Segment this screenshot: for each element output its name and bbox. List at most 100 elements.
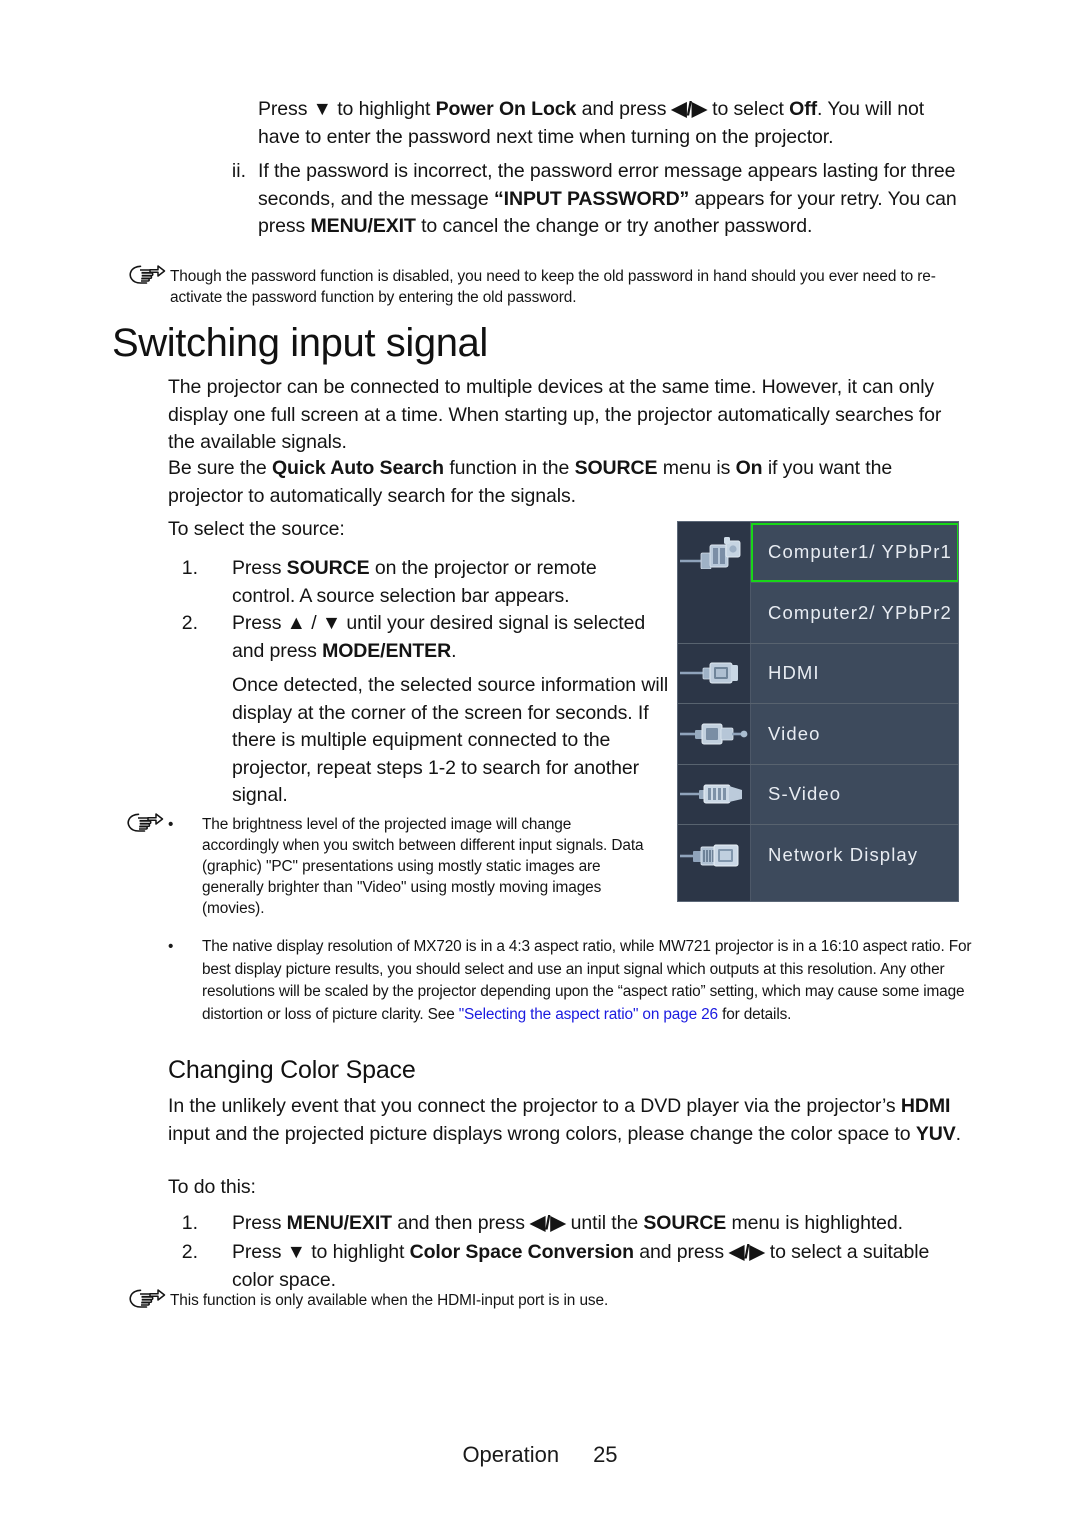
section-heading-changing-color-space: Changing Color Space (168, 1056, 416, 1084)
paragraph-power-on-lock: Press ▼ to highlight Power On Lock and p… (258, 96, 970, 151)
footer-section-label: Operation (462, 1442, 560, 1467)
osd-rows: Computer1/ YPbPr1 Computer2/ YPbPr2 HDMI… (678, 522, 958, 901)
pointing-hand-icon (128, 1288, 170, 1315)
text-bold-mode-enter: MODE/ENTER (322, 639, 452, 662)
arrow-right-icon: ▶ (550, 1212, 566, 1234)
vga-connector-icon (680, 537, 741, 569)
osd-item-label: Computer1/ YPbPr1 (768, 541, 952, 562)
arrow-left-icon: ◀ (729, 1241, 745, 1263)
osd-icon-slot-empty (678, 582, 751, 643)
text-bold-quick-auto-search: Quick Auto Search (271, 457, 444, 479)
osd-item-s-video[interactable]: S-Video (678, 764, 958, 824)
osd-item-video[interactable]: Video (678, 703, 958, 764)
text-bold-source: SOURCE (643, 1212, 727, 1234)
bullet-marker: • (168, 816, 174, 833)
osd-icon-slot (678, 643, 751, 703)
osd-item-network-display[interactable]: Network Display (678, 824, 958, 885)
text-fragment: and press (633, 1241, 730, 1263)
list-item-text: Press ▲ / ▼ until your desired signal is… (232, 610, 674, 665)
text-fragment: Press (232, 612, 287, 634)
text-fragment: for details. (717, 1005, 792, 1023)
text-fragment: Be sure the (168, 457, 272, 479)
list-marker: 2. (181, 612, 198, 634)
arrow-right-icon: ▶ (691, 98, 707, 120)
hdmi-connector-icon (680, 662, 738, 684)
text-fragment: to highlight (331, 98, 436, 120)
s-video-connector-icon (680, 784, 742, 804)
list-marker: 1. (181, 1212, 198, 1234)
arrow-down-icon: ▼ (312, 98, 332, 120)
text-fragment: Press (232, 557, 287, 579)
list-item-ii: ii. If the password is incorrect, the pa… (216, 158, 970, 241)
note-hdmi-only: This function is only available when the… (128, 1288, 973, 1315)
text-fragment: input and the projected picture displays… (168, 1122, 916, 1145)
osd-source-selection-panel[interactable]: Computer1/ YPbPr1 Computer2/ YPbPr2 HDMI… (677, 521, 959, 902)
text-fragment: menu is highlighted. (726, 1212, 904, 1234)
osd-row-separator (751, 582, 958, 583)
osd-icon-slot (678, 703, 751, 764)
text-bold-menu-exit: MENU/EXIT (286, 1212, 392, 1234)
osd-item-label: Computer2/ YPbPr2 (768, 601, 952, 623)
text-fragment: . (955, 1122, 961, 1145)
list-item-cs-step-1: 1. Press MENU/EXIT and then press ◀/▶ un… (164, 1210, 974, 1238)
osd-item-hdmi[interactable]: HDMI (678, 643, 958, 703)
text-fragment: menu is (657, 457, 736, 479)
text-fragment: and press (576, 98, 672, 120)
arrow-up-icon: ▲ (286, 612, 306, 634)
text-bold-source: SOURCE (286, 557, 370, 579)
note-native-resolution: • The native display resolution of MX720… (168, 936, 973, 1026)
osd-item-computer2[interactable]: Computer2/ YPbPr2 (678, 582, 958, 643)
bullet-marker: • (168, 938, 174, 955)
note-brightness-level: • The brightness level of the projected … (126, 812, 671, 919)
text-bold-off: Off (789, 98, 818, 120)
osd-item-computer1[interactable]: Computer1/ YPbPr1 (678, 522, 958, 582)
list-item-cs-step-2: 2. Press ▼ to highlight Color Space Conv… (164, 1239, 974, 1294)
pointing-hand-icon (126, 812, 168, 839)
text-fragment: Press (258, 98, 313, 120)
text-fragment: Press (232, 1241, 287, 1263)
footer-page-number: 25 (593, 1442, 618, 1467)
text-fragment: until the (565, 1212, 644, 1234)
text-fragment: to select (706, 98, 790, 120)
label-to-select-the-source: To select the source: (168, 518, 345, 540)
text-fragment: Press (232, 1212, 287, 1234)
text-fragment: / (305, 612, 322, 634)
arrow-right-icon: ▶ (749, 1241, 765, 1263)
list-item-step-2: 2. Press ▲ / ▼ until your desired signal… (164, 610, 674, 665)
text-bold-color-space-conversion: Color Space Conversion (409, 1241, 634, 1263)
text-fragment: . (451, 639, 457, 662)
text-fragment: to cancel the change or try another pass… (415, 215, 813, 237)
arrow-left-icon: ◀ (530, 1212, 546, 1234)
osd-item-label: Video (768, 722, 821, 744)
paragraph-multiple-devices: The projector can be connected to multip… (168, 376, 942, 453)
text-bold-power-on-lock: Power On Lock (435, 98, 577, 120)
paragraph-quick-auto-search: Be sure the Quick Auto Search function i… (168, 455, 970, 510)
text-fragment: to highlight (305, 1241, 410, 1263)
text-bold-on: On (735, 457, 763, 479)
text-fragment: and then press (391, 1212, 531, 1234)
osd-icon-slot (678, 522, 751, 582)
link-selecting-the-aspect-ratio[interactable]: "Selecting the aspect ratio" on page 26 (459, 1006, 718, 1023)
osd-item-label: S-Video (768, 783, 842, 804)
page-heading-switching-input-signal: Switching input signal (112, 321, 488, 365)
page-footer: Operation 25 (0, 1442, 1080, 1468)
paragraph-once-detected: Once detected, the selected source infor… (232, 674, 669, 806)
osd-item-label: Network Display (768, 843, 919, 865)
note-text: The brightness level of the projected im… (202, 816, 644, 917)
network-connector-icon (680, 844, 739, 866)
osd-icon-slot (678, 824, 751, 885)
arrow-left-icon: ◀ (671, 98, 687, 120)
list-item-text: Press SOURCE on the projector or remote … (232, 555, 664, 610)
list-item-text: Press ▼ to highlight Color Space Convers… (232, 1239, 974, 1294)
note-text: The native display resolution of MX720 i… (202, 936, 973, 1026)
osd-icon-slot (678, 764, 751, 824)
arrow-down-icon: ▼ (321, 612, 342, 634)
pointing-hand-icon (128, 264, 170, 291)
text-bold-source: SOURCE (574, 457, 658, 479)
list-item-text: Press MENU/EXIT and then press ◀/▶ until… (232, 1210, 974, 1238)
arrow-down-icon: ▼ (286, 1241, 306, 1263)
osd-item-label: HDMI (768, 662, 820, 683)
text-bold-input-password: “INPUT PASSWORD” (494, 187, 690, 210)
text-bold-yuv: YUV (915, 1122, 956, 1145)
note-text: Though the password function is disabled… (170, 268, 936, 306)
